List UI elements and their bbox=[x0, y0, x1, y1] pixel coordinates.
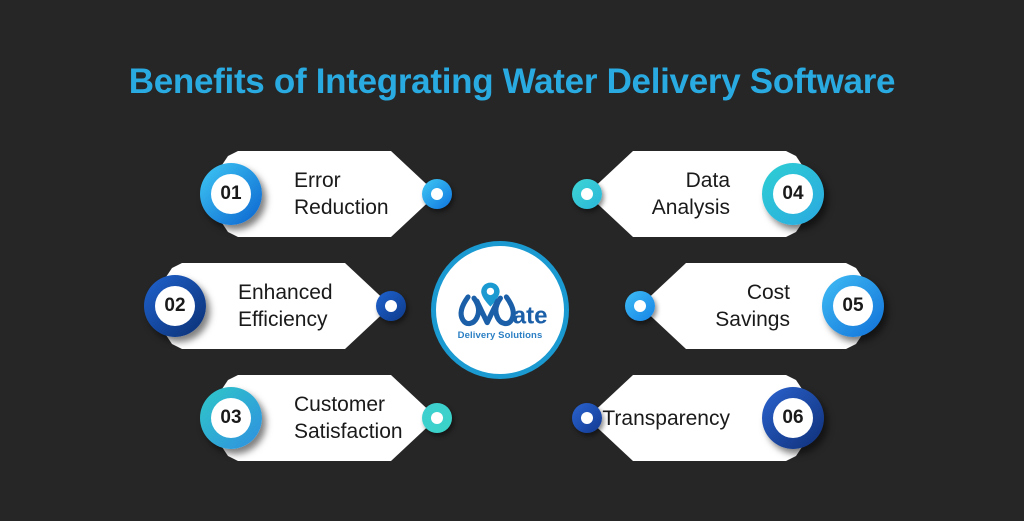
infographic-root: Benefits of Integrating Water Delivery S… bbox=[0, 0, 1024, 521]
water-drop-w-icon: ater bbox=[458, 282, 548, 329]
benefit-card-05[interactable]: Cost Savings 05 bbox=[625, 263, 884, 349]
connector-dot bbox=[572, 179, 602, 209]
benefit-number: 06 bbox=[773, 398, 813, 438]
benefit-card-04[interactable]: Data Analysis 04 bbox=[572, 151, 824, 237]
benefit-number: 01 bbox=[211, 174, 251, 214]
benefit-card-01[interactable]: Error Reduction 01 bbox=[200, 151, 452, 237]
connector-dot-center bbox=[581, 412, 593, 424]
benefit-card-06[interactable]: Transparency 06 bbox=[572, 375, 824, 461]
benefit-number: 05 bbox=[833, 286, 873, 326]
benefit-label: Enhanced Efficiency bbox=[238, 281, 333, 331]
connector-dot-center bbox=[385, 300, 397, 312]
benefit-label: Error Reduction bbox=[294, 169, 389, 219]
benefit-number-badge[interactable]: 04 bbox=[762, 163, 824, 225]
connector-dot-center bbox=[634, 300, 646, 312]
benefit-label: Cost Savings bbox=[715, 281, 790, 331]
benefit-label: Data Analysis bbox=[651, 169, 730, 219]
benefit-number-badge[interactable]: 01 bbox=[200, 163, 262, 225]
connector-dot-center bbox=[431, 412, 443, 424]
benefit-card-02[interactable]: Enhanced Efficiency 02 bbox=[144, 263, 406, 349]
logo-wordmark: ater bbox=[513, 302, 548, 329]
benefit-number-badge[interactable]: 05 bbox=[822, 275, 884, 337]
benefit-number: 04 bbox=[773, 174, 813, 214]
benefit-card-03[interactable]: Customer Satisfaction 03 bbox=[200, 375, 452, 461]
benefit-number: 03 bbox=[211, 398, 251, 438]
connector-dot bbox=[572, 403, 602, 433]
center-logo: ater Delivery Solutions bbox=[431, 241, 569, 379]
benefit-number: 02 bbox=[155, 286, 195, 326]
logo-tagline: Delivery Solutions bbox=[457, 330, 543, 341]
benefit-number-badge[interactable]: 06 bbox=[762, 387, 824, 449]
connector-dot bbox=[422, 403, 452, 433]
connector-dot-center bbox=[431, 188, 443, 200]
benefit-number-badge[interactable]: 02 bbox=[144, 275, 206, 337]
page-title: Benefits of Integrating Water Delivery S… bbox=[128, 62, 896, 101]
connector-dot bbox=[376, 291, 406, 321]
connector-dot bbox=[422, 179, 452, 209]
benefit-label: Transparency bbox=[602, 406, 730, 430]
benefit-label: Customer Satisfaction bbox=[294, 393, 403, 443]
benefit-number-badge[interactable]: 03 bbox=[200, 387, 262, 449]
connector-dot bbox=[625, 291, 655, 321]
connector-dot-center bbox=[581, 188, 593, 200]
